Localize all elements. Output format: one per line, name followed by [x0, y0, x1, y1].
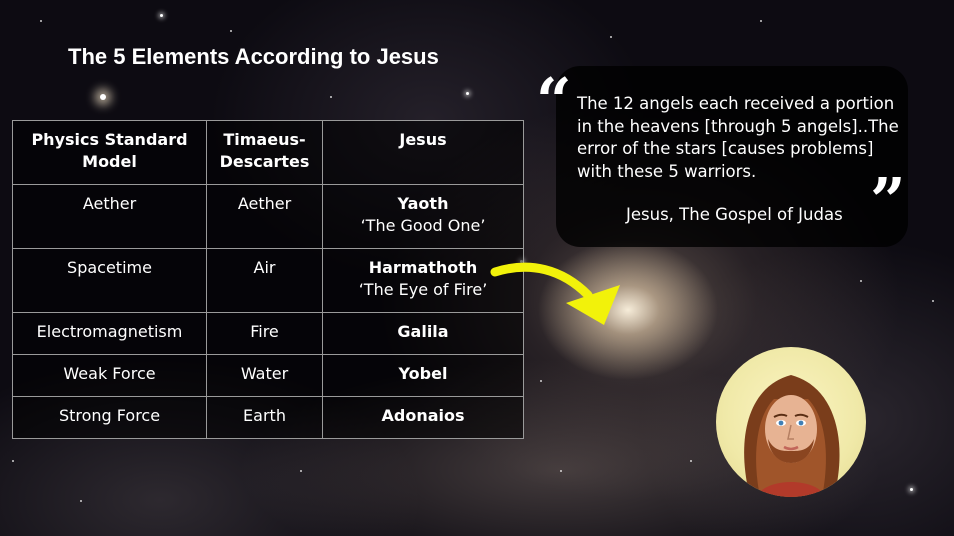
- quote-attribution: Jesus, The Gospel of Judas: [626, 205, 843, 224]
- table-row: Aether Aether Yaoth ‘The Good One’: [12, 184, 524, 249]
- star: [690, 460, 692, 462]
- table-row: Spacetime Air Harmathoth ‘The Eye of Fir…: [12, 248, 524, 313]
- cell-timaeus: Air: [206, 248, 323, 313]
- star: [466, 92, 469, 95]
- quote-text: The 12 angels each received a portion in…: [577, 94, 899, 181]
- cell-jesus: Adonaios: [322, 396, 524, 439]
- star: [610, 36, 612, 38]
- cell-timaeus: Water: [206, 354, 323, 397]
- star: [160, 14, 163, 17]
- cell-physics: Spacetime: [12, 248, 207, 313]
- header-jesus: Jesus: [322, 120, 524, 185]
- star: [560, 470, 562, 472]
- cell-timaeus: Aether: [206, 184, 323, 249]
- open-quote-icon: “: [536, 64, 572, 137]
- bright-star: [100, 94, 106, 100]
- portrait-illustration: [744, 375, 840, 497]
- cell-timaeus: Earth: [206, 396, 323, 439]
- cell-jesus: Yobel: [322, 354, 524, 397]
- cell-physics: Electromagnetism: [12, 312, 207, 355]
- star: [80, 500, 82, 502]
- star: [330, 96, 332, 98]
- cell-physics: Aether: [12, 184, 207, 249]
- star: [760, 20, 762, 22]
- star: [910, 488, 913, 491]
- star: [540, 380, 542, 382]
- table-row: Electromagnetism Fire Galila: [12, 312, 524, 355]
- star: [40, 20, 42, 22]
- close-quote-icon: ”: [870, 164, 906, 237]
- cell-jesus: Yaoth ‘The Good One’: [322, 184, 524, 249]
- cell-physics: Strong Force: [12, 396, 207, 439]
- star: [12, 460, 14, 462]
- table-header-row: Physics Standard Model Timaeus-Descartes…: [12, 120, 524, 185]
- star: [300, 470, 302, 472]
- elements-table: Physics Standard Model Timaeus-Descartes…: [12, 120, 524, 439]
- table-row: Weak Force Water Yobel: [12, 354, 524, 397]
- arrow-right-curved-icon: [490, 262, 620, 325]
- slide-title: The 5 Elements According to Jesus: [68, 44, 439, 69]
- jesus-epithet: ‘The Eye of Fire’: [358, 280, 488, 299]
- star: [932, 300, 934, 302]
- star: [860, 280, 862, 282]
- header-timaeus: Timaeus-Descartes: [206, 120, 323, 185]
- jesus-epithet: ‘The Good One’: [360, 216, 486, 235]
- jesus-name: Harmathoth: [368, 258, 478, 277]
- table-row: Strong Force Earth Adonaios: [12, 396, 524, 439]
- jesus-portrait: [716, 347, 866, 497]
- jesus-name: Yaoth: [397, 194, 449, 213]
- header-physics: Physics Standard Model: [12, 120, 207, 185]
- cell-physics: Weak Force: [12, 354, 207, 397]
- cell-timaeus: Fire: [206, 312, 323, 355]
- star: [230, 30, 232, 32]
